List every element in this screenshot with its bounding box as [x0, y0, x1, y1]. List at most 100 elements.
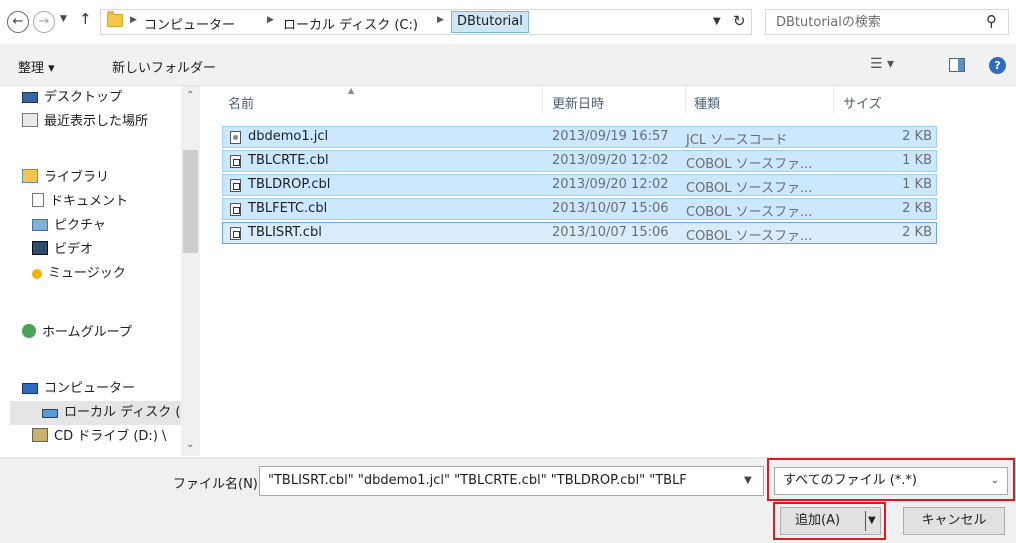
view-options-icon[interactable]: ☰ ▾ [870, 56, 894, 72]
sidebar-item-label: ライブラリ [44, 170, 110, 185]
column-divider[interactable] [833, 86, 834, 114]
sidebar-item-label: デスクトップ [44, 90, 123, 105]
scroll-up-icon[interactable]: ⌃ [186, 90, 194, 101]
filename-label: ファイル名(N): [173, 477, 263, 492]
refresh-icon[interactable]: ↻ [733, 12, 746, 30]
cancel-button[interactable]: キャンセル [903, 507, 1005, 535]
organize-button[interactable]: 整理 ▾ [18, 57, 55, 76]
forward-button[interactable]: → [33, 11, 55, 33]
recent-places-icon [22, 113, 38, 127]
column-header-date[interactable]: 更新日時 [552, 93, 604, 112]
sidebar-item-cd-drive[interactable]: CD ドライブ (D:) \ [32, 425, 166, 449]
file-name: TBLCRTE.cbl [248, 153, 329, 168]
breadcrumb-local-disk[interactable]: ローカル ディスク (C:) [283, 14, 418, 33]
file-date: 2013/09/20 12:02 [552, 177, 669, 192]
search-box[interactable]: ⚲ [765, 9, 1009, 35]
sidebar-item-label: 最近表示した場所 [44, 114, 149, 129]
sidebar-item-label: ミュージック [48, 266, 126, 281]
file-type: JCL ソースコード [686, 133, 788, 148]
library-icon [22, 169, 38, 183]
cobol-file-icon [230, 203, 241, 216]
homegroup-icon [22, 324, 36, 338]
back-button[interactable]: ← [7, 11, 29, 33]
sidebar-item-local-disk[interactable]: ローカル ディスク (C [10, 401, 190, 425]
preview-pane-icon[interactable] [949, 58, 965, 72]
toolbar: 整理 ▾ 新しいフォルダー ☰ ▾ ? [0, 44, 1016, 86]
help-icon[interactable]: ? [989, 57, 1006, 74]
sidebar-item-label: CD ドライブ (D:) \ [54, 429, 167, 444]
file-row[interactable]: TBLDROP.cbl 2013/09/20 12:02 COBOL ソースファ… [222, 174, 937, 196]
chevron-down-icon[interactable]: ⌄ [991, 468, 999, 494]
cd-drive-icon [32, 428, 48, 442]
scroll-down-icon[interactable]: ⌄ [186, 439, 194, 450]
search-input[interactable] [766, 10, 976, 34]
column-divider[interactable] [685, 86, 686, 114]
recent-locations-icon[interactable]: ▼ [60, 14, 67, 24]
sidebar-item-label: ビデオ [54, 242, 94, 257]
breadcrumb-computer[interactable]: コンピューター [144, 14, 235, 33]
column-divider[interactable] [542, 86, 543, 114]
jcl-file-icon [230, 131, 241, 144]
sidebar-scrollbar[interactable] [181, 86, 200, 456]
file-size: 1 KB [902, 177, 932, 192]
split-divider [865, 511, 866, 531]
add-button-label: 追加(A) [795, 513, 841, 528]
computer-icon [22, 383, 38, 394]
column-header-size[interactable]: サイズ [843, 93, 882, 112]
sidebar-item-computer[interactable]: コンピューター [22, 377, 135, 401]
sidebar-item-videos[interactable]: ビデオ [32, 238, 93, 262]
sidebar-item-pictures[interactable]: ピクチャ [32, 214, 106, 238]
file-type: COBOL ソースファ... [686, 157, 813, 172]
file-size: 1 KB [902, 153, 932, 168]
sidebar-item-desktop[interactable]: デスクトップ [22, 86, 122, 110]
sidebar-item-label: ローカル ディスク (C [64, 405, 190, 420]
breadcrumb-separator-icon[interactable]: ▶ [437, 15, 444, 25]
add-button[interactable]: 追加(A) ▼ [780, 507, 881, 535]
new-folder-button[interactable]: 新しいフォルダー [112, 57, 216, 76]
filename-input[interactable]: "TBLISRT.cbl" "dbdemo1.jcl" "TBLCRTE.cbl… [259, 466, 764, 496]
breadcrumb-separator-icon[interactable]: ▶ [267, 15, 274, 25]
file-list: ▲ 名前 更新日時 種類 サイズ dbdemo1.jcl 2013/09/19 … [203, 86, 1016, 456]
sidebar-item-music[interactable]: ミュージック [32, 262, 126, 286]
file-type: COBOL ソースファ... [686, 181, 813, 196]
sidebar-item-label: ホームグループ [42, 325, 132, 340]
file-type: COBOL ソースファ... [686, 205, 813, 220]
sidebar-scrollbar-thumb[interactable] [183, 150, 198, 253]
file-row[interactable]: TBLISRT.cbl 2013/10/07 15:06 COBOL ソースファ… [222, 222, 937, 244]
cobol-file-icon [230, 179, 241, 192]
file-name: dbdemo1.jcl [248, 129, 329, 144]
folder-icon [107, 11, 123, 27]
breadcrumb-current-folder[interactable]: DBtutorial [451, 11, 529, 33]
address-dropdown-icon[interactable]: ▼ [713, 16, 721, 27]
breadcrumb[interactable]: ▶ コンピューター ▶ ローカル ディスク (C:) ▶ DBtutorial … [100, 9, 752, 35]
file-name: TBLDROP.cbl [248, 177, 331, 192]
file-name: TBLISRT.cbl [248, 225, 322, 240]
music-icon [32, 269, 42, 279]
sidebar-item-documents[interactable]: ドキュメント [32, 190, 128, 214]
videos-icon [32, 241, 48, 255]
file-size: 2 KB [902, 129, 932, 144]
column-header-type[interactable]: 種類 [694, 93, 720, 112]
cobol-file-icon [230, 155, 241, 168]
navigation-pane: デスクトップ 最近表示した場所 ライブラリ ドキュメント ピクチャ ビデオ ミュ… [0, 86, 200, 456]
file-row[interactable]: TBLCRTE.cbl 2013/09/20 12:02 COBOL ソースファ… [222, 150, 937, 172]
file-row[interactable]: TBLFETC.cbl 2013/10/07 15:06 COBOL ソースファ… [222, 198, 937, 220]
file-type: COBOL ソースファ... [686, 229, 813, 244]
address-row: ← → ▼ ↑ ▶ コンピューター ▶ ローカル ディスク (C:) ▶ DBt… [0, 0, 1016, 44]
breadcrumb-separator-icon[interactable]: ▶ [130, 15, 137, 25]
filename-dropdown-icon[interactable]: ▼ [744, 475, 752, 486]
up-arrow-icon[interactable]: ↑ [79, 10, 92, 28]
file-date: 2013/09/20 12:02 [552, 153, 669, 168]
sidebar-item-library[interactable]: ライブラリ [22, 166, 109, 190]
sidebar-item-recent-places[interactable]: 最近表示した場所 [22, 110, 148, 134]
local-disk-icon [42, 409, 58, 418]
file-type-filter-select[interactable]: すべてのファイル (*.*) ⌄ [774, 467, 1008, 495]
file-row[interactable]: dbdemo1.jcl 2013/09/19 16:57 JCL ソースコード … [222, 126, 937, 148]
column-header-name[interactable]: 名前 [228, 93, 254, 112]
sidebar-item-label: ドキュメント [50, 194, 129, 209]
search-icon[interactable]: ⚲ [986, 12, 997, 30]
add-dropdown-icon[interactable]: ▼ [868, 508, 876, 534]
sidebar-item-homegroup[interactable]: ホームグループ [22, 321, 132, 345]
pictures-icon [32, 219, 48, 231]
cobol-file-icon [230, 227, 241, 240]
